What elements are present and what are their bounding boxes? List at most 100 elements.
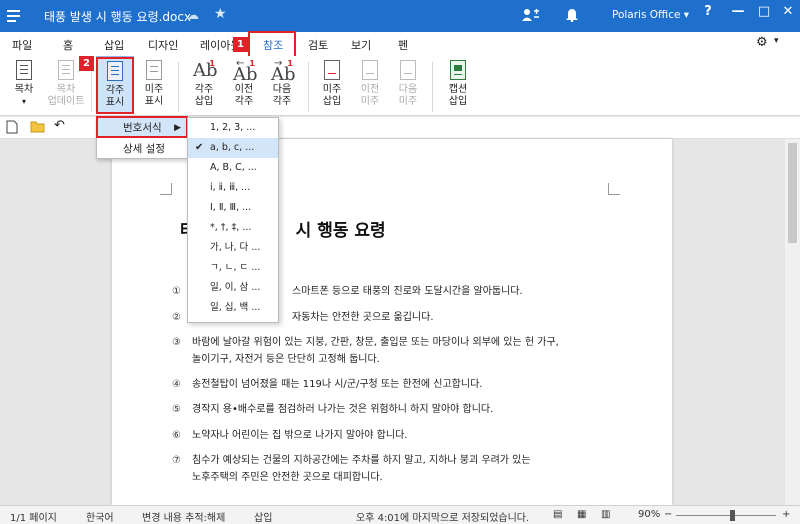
list-text: 송전철탑이 넘어졌을 때는 119나 시/군/구청 또는 한전에 신고합니다. xyxy=(192,379,483,390)
tab-file[interactable]: 파일 xyxy=(12,37,32,53)
step-badge-1: 1 xyxy=(233,37,248,52)
zoom-slider[interactable] xyxy=(676,515,776,516)
list-number: ④ xyxy=(172,379,181,390)
track-changes-indicator[interactable]: 변경 내용 추적:해제 xyxy=(142,509,225,524)
next-endnote-label-2: 미주 xyxy=(398,96,418,107)
insert-footnote-label-2: 삽입 xyxy=(194,96,214,107)
previous-endnote-button: 이전 미주 xyxy=(350,56,390,114)
zoom-level[interactable]: 90% xyxy=(638,509,660,520)
next-endnote-icon xyxy=(400,60,416,80)
save-status: 오후 4:01에 마지막으로 저장되었습니다. xyxy=(356,513,530,524)
margin-corner xyxy=(608,183,620,195)
insert-caption-label-1: 캡션 xyxy=(448,84,468,95)
chevron-down-icon[interactable]: ▾ xyxy=(774,36,779,46)
bell-icon[interactable] xyxy=(566,8,578,26)
format-option[interactable]: 1, 2, 3, ... xyxy=(188,118,278,138)
format-option[interactable]: ㄱ, ㄴ, ㄷ ... xyxy=(188,258,278,278)
tab-references[interactable]: 참조 xyxy=(263,37,283,53)
detail-settings-label: 상세 설정 xyxy=(123,143,165,155)
new-document-icon[interactable] xyxy=(6,120,20,135)
format-option[interactable]: *, †, ‡, ... xyxy=(188,218,278,238)
toc-update-icon xyxy=(58,60,74,80)
minimize-button[interactable]: — xyxy=(726,4,750,19)
zoom-out-button[interactable]: − xyxy=(664,509,672,520)
ribbon-separator xyxy=(178,62,179,112)
tab-insert[interactable]: 삽입 xyxy=(104,37,124,53)
margin-corner xyxy=(160,183,172,195)
settings-gear-icon[interactable]: ⚙ xyxy=(756,35,768,50)
insert-caption-button[interactable]: 캡션 삽입 xyxy=(438,56,478,114)
list-text: 침수가 예상되는 건물의 지하공간에는 주차를 하지 말고, 지하나 붕괴 우려… xyxy=(192,455,531,466)
list-item: ⑥ 노약자나 어린이는 집 밖으로 나가지 말아야 합니다. xyxy=(172,427,407,444)
undo-icon[interactable]: ↶ xyxy=(54,118,68,133)
caption-icon xyxy=(450,60,466,80)
format-option-label: a, b, c, ... xyxy=(210,142,255,153)
cloud-icon[interactable]: ☁ xyxy=(187,8,199,22)
format-option[interactable]: 일, 이, 삼 ... xyxy=(188,278,278,298)
zoom-in-button[interactable]: + xyxy=(782,509,790,520)
help-button[interactable]: ? xyxy=(696,4,720,19)
footnote-show-highlight xyxy=(96,57,134,114)
tab-view[interactable]: 보기 xyxy=(351,37,371,53)
page-indicator: 1/1 페이지 xyxy=(10,513,57,524)
scrollbar-thumb[interactable] xyxy=(788,143,797,243)
list-item: ⑦ 침수가 예상되는 건물의 지하공간에는 주차를 하지 말고, 지하나 붕괴 우… xyxy=(172,452,531,486)
language-indicator[interactable]: 한국어 xyxy=(86,509,114,524)
previous-endnote-label-1: 이전 xyxy=(360,84,380,95)
list-number: ⑦ xyxy=(172,455,181,466)
list-text-cont: 노후주택의 주민은 안전한 곳으로 대피합니다. xyxy=(192,472,383,483)
print-layout-icon[interactable]: ▤ xyxy=(553,509,562,520)
reading-view-icon[interactable]: ▥ xyxy=(601,509,610,520)
toc-button[interactable]: 목차 ▾ xyxy=(4,56,44,114)
tab-design[interactable]: 디자인 xyxy=(148,37,178,53)
list-text: 스마트폰 등으로 태풍의 진로와 도달시간을 알아둡니다. xyxy=(292,286,523,297)
format-option-selected[interactable]: ✔ a, b, c, ... xyxy=(188,138,278,158)
format-option[interactable]: 가, 나, 다 ... xyxy=(188,238,278,258)
document-area: 태시 행동 요령 ①스마트폰 등으로 태풍의 진로와 도달시간을 알아둡니다. … xyxy=(0,139,800,505)
hamburger-menu-icon[interactable] xyxy=(0,0,28,32)
previous-endnote-label-2: 미주 xyxy=(360,96,380,107)
ribbon-tabs: 파일 홈 삽입 디자인 레이아웃 검토 보기 펜 ⚙ ▾ xyxy=(0,32,800,56)
maximize-button[interactable]: □ xyxy=(752,4,776,19)
insert-endnote-button[interactable]: 미주 삽입 xyxy=(312,56,352,114)
format-option[interactable]: ⅰ, ⅱ, ⅲ, ... xyxy=(188,178,278,198)
close-button[interactable]: ✕ xyxy=(776,4,800,19)
list-text: 노약자나 어린이는 집 밖으로 나가지 말아야 합니다. xyxy=(192,430,408,441)
tab-pen[interactable]: 펜 xyxy=(398,37,408,53)
title-bar: 태풍 발생 시 행동 요령.docx ☁ ★ Polaris Office ▾ … xyxy=(0,0,800,32)
format-option[interactable]: A, B, C, ... xyxy=(188,158,278,178)
checkmark-icon: ✔ xyxy=(195,142,204,153)
list-item: ④ 송전철탑이 넘어졌을 때는 119나 시/군/구청 또는 한전에 신고합니다. xyxy=(172,376,482,393)
tab-review[interactable]: 검토 xyxy=(308,37,328,53)
list-number: ③ xyxy=(172,337,181,348)
list-text: 바람에 날아갈 위험이 있는 지붕, 간판, 창문, 출입문 또는 마당이나 외… xyxy=(192,337,559,348)
star-icon[interactable]: ★ xyxy=(214,6,227,22)
insert-endnote-label-2: 삽입 xyxy=(322,96,342,107)
account-menu[interactable]: Polaris Office ▾ xyxy=(612,9,689,21)
endnote-show-label-2: 표시 xyxy=(144,96,164,107)
format-option[interactable]: Ⅰ, Ⅱ, Ⅲ, ... xyxy=(188,198,278,218)
endnote-show-button[interactable]: 미주 표시 xyxy=(134,56,174,114)
zoom-slider-thumb[interactable] xyxy=(730,510,735,521)
vertical-scrollbar[interactable] xyxy=(785,139,800,505)
detail-settings-menu-item[interactable]: 상세 설정 xyxy=(97,139,187,159)
next-endnote-label-1: 다음 xyxy=(398,84,418,95)
list-item: ③ 바람에 날아갈 위험이 있는 지붕, 간판, 창문, 출입문 또는 마당이나 … xyxy=(172,334,559,368)
next-footnote-label-2: 각주 xyxy=(272,96,292,107)
toc-dropdown-icon[interactable]: ▾ xyxy=(4,96,44,108)
arrow-left-icon: ← xyxy=(236,58,245,69)
format-option[interactable]: 일, 십, 백 ... xyxy=(188,298,278,318)
web-layout-icon[interactable]: ▦ xyxy=(577,509,586,520)
tab-home[interactable]: 홈 xyxy=(63,37,73,53)
insert-footnote-button[interactable]: Ab 1 각주 삽입 xyxy=(184,56,224,114)
share-users-icon[interactable] xyxy=(522,8,540,26)
number-format-highlight xyxy=(96,116,188,138)
account-name: Polaris Office xyxy=(612,9,681,21)
step-badge-2: 2 xyxy=(79,56,94,71)
insert-mode-indicator[interactable]: 삽입 xyxy=(254,509,272,524)
tab-references-active[interactable]: 참조 xyxy=(248,31,296,56)
open-folder-icon[interactable] xyxy=(30,120,45,135)
previous-footnote-button[interactable]: ← Ab 1 이전 각주 xyxy=(224,56,264,114)
list-number: ⑤ xyxy=(172,404,181,415)
next-footnote-button[interactable]: → Ab 1 다음 각주 xyxy=(262,56,302,114)
